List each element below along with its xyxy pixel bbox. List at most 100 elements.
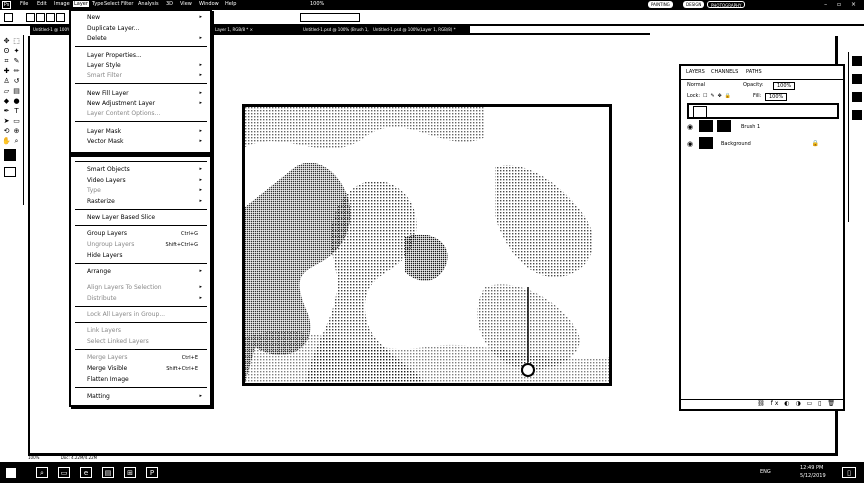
hand-icon[interactable]: ✋ bbox=[2, 137, 11, 145]
eraser-icon[interactable]: ▱ bbox=[2, 87, 11, 95]
opacity-input[interactable]: 100% bbox=[773, 82, 796, 90]
history-brush-icon[interactable]: ↺ bbox=[12, 77, 21, 85]
eye-icon[interactable]: ◉ bbox=[687, 123, 693, 131]
menu-item-align-layers[interactable]: Align Layers To Selection bbox=[87, 284, 162, 291]
pen-icon[interactable]: ✒ bbox=[2, 107, 11, 115]
menu-item-hide-layers[interactable]: Hide Layers bbox=[87, 252, 122, 259]
intersect-selection-icon[interactable] bbox=[56, 13, 65, 22]
menu-item-layer-content-options[interactable]: Layer Content Options... bbox=[87, 110, 160, 117]
layer-row[interactable]: ◉ Brush 1 bbox=[687, 119, 839, 135]
menu-item-rasterize[interactable]: Rasterize bbox=[87, 198, 115, 205]
shape-icon[interactable]: ▭ bbox=[12, 117, 21, 125]
adjustments-panel-icon[interactable] bbox=[852, 110, 862, 120]
panel-bottom-icons[interactable]: ⛓ fx ◐ ◑ ▭ ▯ 🗑 bbox=[681, 399, 843, 409]
menu-3d[interactable]: 3D bbox=[166, 1, 173, 7]
menu-item-smart-filter[interactable]: Smart Filter bbox=[87, 72, 122, 79]
subtract-selection-icon[interactable] bbox=[46, 13, 55, 22]
tray-language[interactable]: ENG bbox=[760, 469, 771, 475]
menu-window[interactable]: Window bbox=[199, 1, 219, 7]
fill-input[interactable]: 100% bbox=[765, 93, 788, 101]
magic-wand-icon[interactable]: ✦ bbox=[12, 47, 21, 55]
menu-item-new[interactable]: New bbox=[87, 14, 100, 21]
menu-item-merge-layers[interactable]: Merge Layers bbox=[87, 354, 128, 361]
menu-item-new-adjustment-layer[interactable]: New Adjustment Layer bbox=[87, 100, 155, 107]
menu-item-select-linked-layers[interactable]: Select Linked Layers bbox=[87, 338, 149, 345]
menu-item-new-layer-based-slice[interactable]: New Layer Based Slice bbox=[87, 214, 155, 221]
menu-item-video-layers[interactable]: Video Layers bbox=[87, 177, 126, 184]
lock-icons[interactable]: ☐✎✥🔒 bbox=[703, 93, 734, 99]
menu-item-matting[interactable]: Matting bbox=[87, 393, 110, 400]
menu-help[interactable]: Help bbox=[225, 1, 236, 7]
menu-item-delete[interactable]: Delete bbox=[87, 35, 107, 42]
blur-icon[interactable]: ◆ bbox=[2, 97, 11, 105]
eyedropper-icon[interactable]: ✎ bbox=[12, 57, 21, 65]
task-view-icon[interactable]: ▭ bbox=[58, 467, 70, 478]
eye-icon[interactable]: ◉ bbox=[687, 140, 693, 148]
menu-item-layer-mask[interactable]: Layer Mask bbox=[87, 128, 121, 135]
menu-item-link-layers[interactable]: Link Layers bbox=[87, 327, 121, 334]
blend-mode-select[interactable]: Normal bbox=[687, 82, 705, 88]
marquee-tool-icon[interactable] bbox=[4, 13, 13, 22]
clone-stamp-icon[interactable]: ♙ bbox=[2, 77, 11, 85]
tab-layers[interactable]: LAYERS bbox=[686, 69, 705, 75]
zoom-icon[interactable]: ⌕ bbox=[12, 137, 21, 145]
menu-item-arrange[interactable]: Arrange bbox=[87, 268, 111, 275]
workspace-design-button[interactable]: DESIGN bbox=[683, 1, 705, 8]
file-explorer-icon[interactable]: ▤ bbox=[102, 467, 114, 478]
menu-view[interactable]: View bbox=[180, 1, 192, 7]
panel-collapse-icon[interactable] bbox=[852, 56, 862, 66]
move-tool-icon[interactable]: ✥ bbox=[2, 37, 11, 45]
menu-select[interactable]: Select bbox=[104, 1, 119, 7]
menu-item-distribute[interactable]: Distribute bbox=[87, 295, 117, 302]
brush-icon[interactable]: ✏ bbox=[12, 67, 21, 75]
edge-icon[interactable]: e bbox=[80, 467, 92, 478]
path-selection-icon[interactable]: ➤ bbox=[2, 117, 11, 125]
photoshop-taskbar-icon[interactable]: P bbox=[146, 467, 158, 478]
foreground-color-swatch[interactable] bbox=[4, 149, 16, 161]
color-panel-icon[interactable] bbox=[852, 74, 862, 84]
menu-item-lock-all-layers[interactable]: Lock All Layers in Group... bbox=[87, 311, 165, 318]
tray-time[interactable]: 12:49 PM bbox=[800, 465, 823, 471]
menu-item-merge-visible[interactable]: Merge Visible bbox=[87, 365, 127, 372]
3d-orbit-icon[interactable]: ⊕ bbox=[12, 127, 21, 135]
menu-file[interactable]: File bbox=[20, 1, 28, 7]
workspace-photography-button[interactable]: PHOTOGRAPHY bbox=[707, 1, 746, 8]
zoom-level[interactable]: 100% bbox=[310, 1, 324, 7]
lasso-icon[interactable]: ʘ bbox=[2, 47, 11, 55]
add-selection-icon[interactable] bbox=[36, 13, 45, 22]
layer-row[interactable]: ◉ Background 🔒 bbox=[687, 136, 839, 152]
store-icon[interactable]: ⊞ bbox=[124, 467, 136, 478]
menu-type[interactable]: Type bbox=[92, 1, 103, 7]
document-tab[interactable]: Untitled-1.psd @ 100% (Brush 1, RGB/8) * bbox=[300, 26, 370, 34]
menu-item-flatten-image[interactable]: Flatten Image bbox=[87, 376, 129, 383]
document-tab[interactable]: Layer 1, RGB/8 * × bbox=[212, 26, 300, 34]
menu-item-layer-properties[interactable]: Layer Properties... bbox=[87, 52, 142, 59]
healing-brush-icon[interactable]: ✚ bbox=[2, 67, 11, 75]
layer-row-selected[interactable] bbox=[687, 103, 839, 119]
document-tab[interactable]: Untitled-1 @ 100% (Layer 1, RGB/8) bbox=[30, 26, 70, 34]
menu-item-duplicate-layer[interactable]: Duplicate Layer... bbox=[87, 25, 139, 32]
search-icon[interactable]: ⌕ bbox=[36, 467, 48, 478]
menu-image[interactable]: Image bbox=[54, 1, 70, 7]
new-selection-icon[interactable] bbox=[26, 13, 35, 22]
tab-channels[interactable]: CHANNELS bbox=[711, 69, 738, 75]
window-controls[interactable]: – ▫ × bbox=[824, 1, 860, 8]
menu-item-vector-mask[interactable]: Vector Mask bbox=[87, 138, 123, 145]
document-image[interactable] bbox=[242, 104, 612, 386]
menu-item-group-layers[interactable]: Group Layers bbox=[87, 230, 127, 237]
dodge-icon[interactable]: ● bbox=[12, 97, 21, 105]
menu-edit[interactable]: Edit bbox=[37, 1, 47, 7]
marquee-icon[interactable]: ⬚ bbox=[12, 37, 21, 45]
menu-item-ungroup-layers[interactable]: Ungroup Layers bbox=[87, 241, 134, 248]
quick-mask-icon[interactable] bbox=[4, 167, 16, 177]
workspace-painting-button[interactable]: PAINTING bbox=[648, 1, 673, 8]
type-tool-icon[interactable]: T bbox=[12, 107, 21, 115]
menu-analysis[interactable]: Analysis bbox=[138, 1, 159, 7]
menu-item-smart-objects[interactable]: Smart Objects bbox=[87, 166, 130, 173]
document-tab[interactable]: Untitled-1.psd @ 100%(Layer 1, RGB/8) * bbox=[370, 26, 470, 34]
gradient-icon[interactable]: ▤ bbox=[12, 87, 21, 95]
menu-item-layer-style[interactable]: Layer Style bbox=[87, 62, 121, 69]
crop-icon[interactable]: ⌗ bbox=[2, 57, 11, 65]
notification-icon[interactable]: ▯ bbox=[842, 467, 856, 478]
swatches-panel-icon[interactable] bbox=[852, 92, 862, 102]
